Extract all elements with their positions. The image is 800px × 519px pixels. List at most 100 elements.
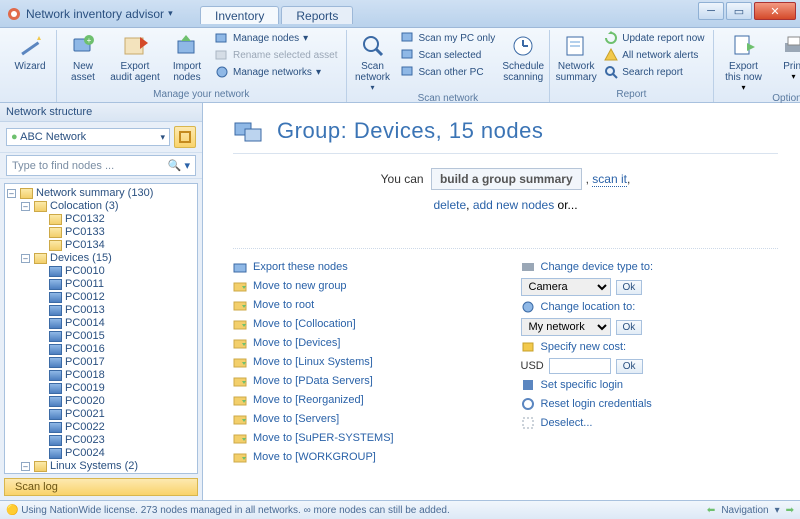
status-text: Using NationWide license. 273 nodes mana… xyxy=(21,505,449,516)
location-ok[interactable]: Ok xyxy=(616,320,643,335)
tree-node[interactable]: PC0018 xyxy=(7,369,195,382)
all-alerts-button[interactable]: All network alerts xyxy=(602,47,706,63)
close-button[interactable]: ✕ xyxy=(754,2,796,20)
set-login-link[interactable]: Set specific login xyxy=(521,377,779,393)
maximize-button[interactable]: ▭ xyxy=(726,2,752,20)
group-manage-label: Manage your network xyxy=(63,88,340,102)
tree-view[interactable]: –Network summary (130)–Colocation (3)PC0… xyxy=(4,183,198,474)
tree-node[interactable]: PC0135 xyxy=(7,473,195,474)
folder-icon xyxy=(233,260,247,274)
scan-my-pc-button[interactable]: Scan my PC only xyxy=(399,30,498,46)
folder-icon xyxy=(233,298,247,312)
action-link[interactable]: Move to [PData Servers] xyxy=(233,373,491,389)
search-input[interactable]: Type to find nodes ...🔍 ▾ xyxy=(6,155,196,176)
group-report-label: Report xyxy=(556,88,706,102)
tree-node[interactable]: PC0132 xyxy=(7,213,195,226)
tree-node[interactable]: PC0015 xyxy=(7,330,195,343)
network-summary-button[interactable]: Network summary xyxy=(556,30,596,83)
export-now-button[interactable]: Export this now▾ xyxy=(720,30,768,92)
new-asset-button[interactable]: +New asset xyxy=(63,30,103,83)
folder-icon xyxy=(233,374,247,388)
export-audit-button[interactable]: Export audit agent xyxy=(109,30,161,83)
import-nodes-button[interactable]: Import nodes xyxy=(167,30,207,83)
nav-fwd-icon[interactable]: ➡ xyxy=(786,505,794,516)
build-summary-button[interactable]: build a group summary xyxy=(431,168,582,190)
sidebar: Network structure ● ABC Network▾ Type to… xyxy=(0,103,203,500)
scan-selected-button[interactable]: Scan selected xyxy=(399,47,498,63)
folder-icon xyxy=(233,355,247,369)
delete-link[interactable]: delete xyxy=(433,198,466,212)
action-link[interactable]: Move to [Devices] xyxy=(233,335,491,351)
sidebar-header: Network structure xyxy=(0,103,202,122)
tree-node[interactable]: –Network summary (130) xyxy=(7,187,195,200)
tree-node[interactable]: –Linux Systems (2) xyxy=(7,460,195,473)
tree-node[interactable]: PC0019 xyxy=(7,382,195,395)
deselect-link[interactable]: Deselect... xyxy=(521,415,779,431)
svg-text:+: + xyxy=(87,36,92,45)
main-panel: Group: Devices, 15 nodes You can build a… xyxy=(203,103,800,500)
tab-reports[interactable]: Reports xyxy=(281,6,353,24)
action-link[interactable]: Move to [Collocation] xyxy=(233,316,491,332)
tree-node[interactable]: PC0020 xyxy=(7,395,195,408)
tree-node[interactable]: PC0134 xyxy=(7,239,195,252)
action-link[interactable]: Move to [Linux Systems] xyxy=(233,354,491,370)
device-type-select[interactable]: Camera xyxy=(521,278,611,296)
group-icon xyxy=(233,117,265,145)
action-link[interactable]: Move to new group xyxy=(233,278,491,294)
cost-ok[interactable]: Ok xyxy=(616,359,643,374)
tree-node[interactable]: PC0010 xyxy=(7,265,195,278)
status-bar: 🟡 Using NationWide license. 273 nodes ma… xyxy=(0,500,800,519)
status-icon: 🟡 xyxy=(6,505,18,516)
schedule-scanning-button[interactable]: Schedule scanning xyxy=(503,30,543,83)
search-report-button[interactable]: Search report xyxy=(602,64,706,80)
tree-node[interactable]: PC0133 xyxy=(7,226,195,239)
scan-other-pc-button[interactable]: Scan other PC xyxy=(399,64,498,80)
network-action-button[interactable] xyxy=(174,126,196,148)
device-type-icon xyxy=(521,260,535,274)
print-button[interactable]: Print▾ xyxy=(774,30,800,81)
tree-node[interactable]: PC0017 xyxy=(7,356,195,369)
manage-networks-button[interactable]: Manage networks ▾ xyxy=(213,64,340,80)
tree-node[interactable]: PC0012 xyxy=(7,291,195,304)
folder-icon xyxy=(233,450,247,464)
nav-back-icon[interactable]: ⬅ xyxy=(707,505,715,516)
scan-log-button[interactable]: Scan log xyxy=(4,478,198,496)
action-link[interactable]: Move to [WORKGROUP] xyxy=(233,449,491,465)
tree-node[interactable]: –Devices (15) xyxy=(7,252,195,265)
minimize-button[interactable]: ─ xyxy=(698,2,724,20)
navigation-button[interactable]: Navigation xyxy=(721,505,768,516)
wizard-button[interactable]: Wizard xyxy=(10,30,50,72)
lead-text: You can build a group summary, scan it, xyxy=(233,168,778,190)
device-type-ok[interactable]: Ok xyxy=(616,280,643,295)
action-link[interactable]: Export these nodes xyxy=(233,259,491,275)
app-icon xyxy=(6,6,22,22)
network-selector[interactable]: ● ABC Network▾ xyxy=(6,128,170,146)
page-title: Group: Devices, 15 nodes xyxy=(277,118,543,144)
manage-nodes-button[interactable]: Manage nodes ▾ xyxy=(213,30,340,46)
location-select[interactable]: My network xyxy=(521,318,611,336)
scan-network-button[interactable]: Scan network▾ xyxy=(353,30,393,92)
login-icon xyxy=(521,378,535,392)
cost-input[interactable] xyxy=(549,358,611,374)
action-link[interactable]: Move to [SuPER-SYSTEMS] xyxy=(233,430,491,446)
tree-node[interactable]: PC0014 xyxy=(7,317,195,330)
action-link[interactable]: Move to root xyxy=(233,297,491,313)
tree-node[interactable]: PC0013 xyxy=(7,304,195,317)
scan-it-link[interactable]: scan it xyxy=(592,172,627,187)
reset-login-link[interactable]: Reset login credentials xyxy=(521,396,779,412)
folder-icon xyxy=(233,431,247,445)
tree-node[interactable]: PC0023 xyxy=(7,434,195,447)
action-link[interactable]: Move to [Reorganized] xyxy=(233,392,491,408)
add-nodes-link[interactable]: add new nodes xyxy=(473,198,554,212)
update-report-button[interactable]: Update report now xyxy=(602,30,706,46)
tree-node[interactable]: PC0021 xyxy=(7,408,195,421)
tab-inventory[interactable]: Inventory xyxy=(200,6,279,24)
tree-node[interactable]: PC0011 xyxy=(7,278,195,291)
tree-node[interactable]: –Colocation (3) xyxy=(7,200,195,213)
action-link[interactable]: Move to [Servers] xyxy=(233,411,491,427)
tree-node[interactable]: PC0016 xyxy=(7,343,195,356)
tree-node[interactable]: PC0022 xyxy=(7,421,195,434)
title-dropdown-icon[interactable]: ▾ xyxy=(168,8,173,19)
tree-node[interactable]: PC0024 xyxy=(7,447,195,460)
ribbon: Wizard +New asset Export audit agent Imp… xyxy=(0,28,800,103)
